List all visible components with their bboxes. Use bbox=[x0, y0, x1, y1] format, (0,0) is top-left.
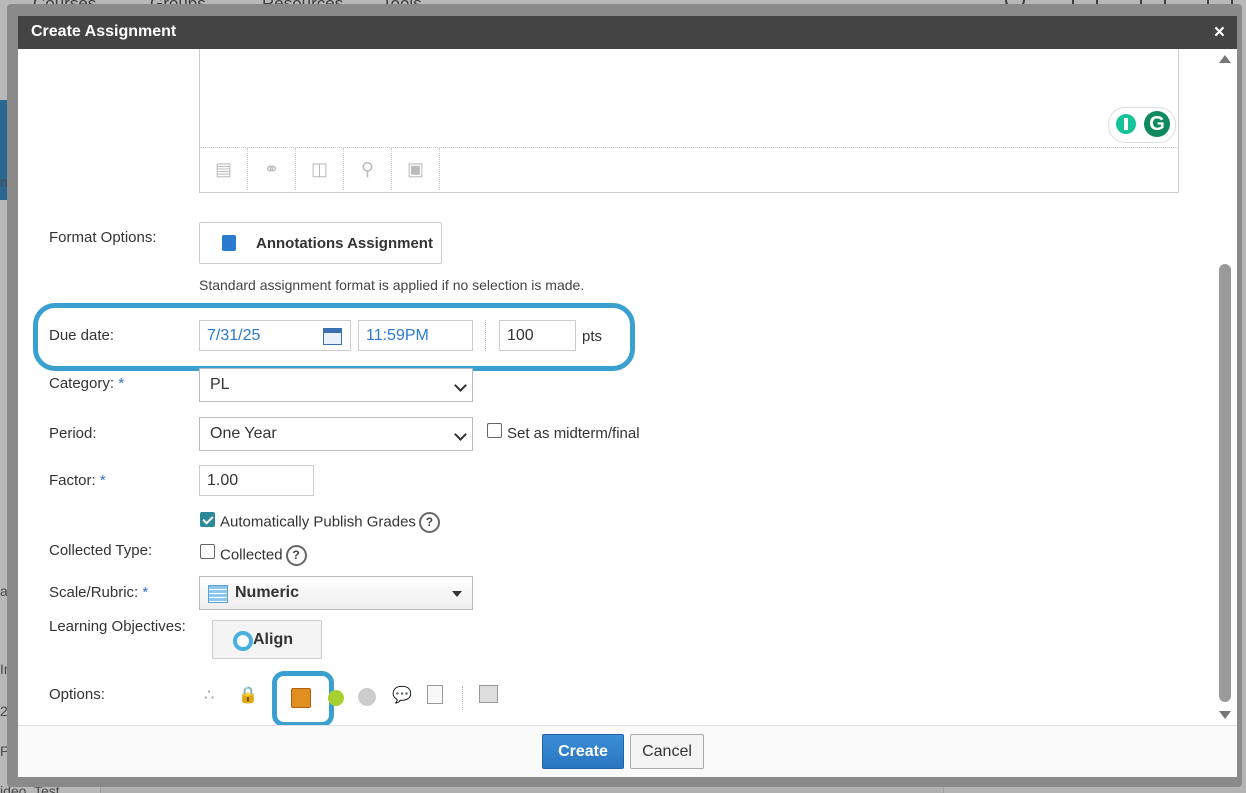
scale-rubric-label: Scale/Rubric: * bbox=[49, 584, 148, 601]
link-icon[interactable]: ⚭ bbox=[248, 148, 296, 190]
description-editor[interactable]: G ▤ ⚭ ◫ ⚲ ▣ bbox=[199, 49, 1179, 193]
align-button[interactable]: Align bbox=[212, 620, 322, 659]
midterm-label: Set as midterm/final bbox=[507, 425, 640, 442]
learning-objectives-label: Learning Objectives: bbox=[49, 618, 186, 635]
format-options-label: Format Options: bbox=[49, 229, 157, 246]
period-select[interactable]: One Year bbox=[199, 417, 473, 451]
caret-down-icon bbox=[452, 591, 462, 597]
category-select[interactable]: PL bbox=[199, 368, 473, 402]
options-label: Options: bbox=[49, 686, 105, 703]
lightbulb-icon[interactable] bbox=[1116, 114, 1136, 134]
scroll-thumb[interactable] bbox=[1219, 264, 1231, 702]
cancel-button[interactable]: Cancel bbox=[630, 734, 704, 769]
format-hint: Standard assignment format is applied if… bbox=[199, 277, 585, 293]
lock-icon[interactable]: 🔒 bbox=[238, 685, 258, 705]
period-label: Period: bbox=[49, 425, 97, 442]
points-value: 100 bbox=[507, 327, 534, 344]
collected-type-label: Collected Type: bbox=[49, 542, 153, 559]
scroll-down-icon[interactable] bbox=[1219, 711, 1231, 719]
scale-value: Numeric bbox=[235, 584, 300, 601]
category-value: PL bbox=[210, 376, 230, 393]
auto-publish-text: Automatically Publish Grades bbox=[220, 513, 416, 531]
due-date-input[interactable]: 7/31/25 bbox=[199, 320, 351, 351]
due-date-value: 7/31/25 bbox=[207, 327, 261, 344]
collected-label: Collected? bbox=[220, 545, 307, 566]
close-icon[interactable]: × bbox=[1214, 22, 1225, 44]
scale-required: * bbox=[142, 584, 149, 601]
period-value: One Year bbox=[210, 425, 277, 442]
chevron-down-icon bbox=[454, 428, 467, 441]
annotations-assignment-label: Annotations Assignment bbox=[256, 234, 433, 252]
points-unit: pts bbox=[582, 328, 603, 345]
annotations-assignment-button[interactable]: Annotations Assignment bbox=[199, 222, 442, 264]
category-required: * bbox=[118, 375, 125, 392]
help-icon[interactable]: ? bbox=[418, 512, 440, 533]
factor-label: Factor: * bbox=[49, 472, 106, 489]
auto-publish-label: Automatically Publish Grades? bbox=[220, 512, 440, 533]
auto-publish-checkbox[interactable] bbox=[200, 512, 215, 527]
category-label-text: Category: bbox=[49, 375, 115, 392]
scale-rubric-select[interactable]: Numeric bbox=[199, 576, 473, 610]
collected-checkbox[interactable] bbox=[200, 544, 215, 559]
calendar-icon[interactable] bbox=[323, 328, 342, 345]
media-icon[interactable]: ▣ bbox=[392, 148, 440, 190]
due-time-input[interactable]: 11:59PM bbox=[358, 320, 473, 351]
groups-icon[interactable]: ∴ bbox=[204, 685, 224, 705]
options-divider bbox=[462, 686, 463, 710]
status-dot-icon[interactable] bbox=[328, 690, 344, 706]
dialog-content: G ▤ ⚭ ◫ ⚲ ▣ Format Options: Annotations … bbox=[18, 49, 1213, 725]
scale-label-text: Scale/Rubric: bbox=[49, 584, 139, 601]
chevron-down-icon bbox=[454, 379, 467, 392]
scroll-up-icon[interactable] bbox=[1219, 55, 1231, 63]
create-assignment-dialog: Create Assignment × G ▤ ⚭ ◫ ⚲ ▣ Format O… bbox=[7, 4, 1242, 787]
dialog-body: Create Assignment × G ▤ ⚭ ◫ ⚲ ▣ Format O… bbox=[18, 16, 1237, 777]
dialog-scrollbar[interactable] bbox=[1213, 49, 1237, 725]
dialog-titlebar: Create Assignment × bbox=[18, 16, 1237, 49]
target-icon bbox=[233, 631, 253, 651]
factor-input[interactable]: 1.00 bbox=[199, 465, 314, 496]
create-button[interactable]: Create bbox=[542, 734, 624, 769]
comment-icon[interactable]: 💬 bbox=[392, 685, 412, 705]
editor-toolbar: ▤ ⚭ ◫ ⚲ ▣ bbox=[200, 147, 1178, 190]
collected-text: Collected bbox=[220, 546, 283, 564]
due-time-value: 11:59PM bbox=[366, 327, 429, 344]
copy-icon[interactable] bbox=[479, 685, 498, 703]
insert-content-icon[interactable]: ▤ bbox=[200, 148, 248, 190]
category-label: Category: * bbox=[49, 375, 124, 392]
factor-value: 1.00 bbox=[207, 472, 239, 489]
dropbox-icon[interactable] bbox=[291, 688, 311, 708]
checklist-icon[interactable] bbox=[427, 685, 443, 704]
pie-chart-icon[interactable] bbox=[358, 688, 376, 706]
dialog-footer: Create Cancel bbox=[18, 725, 1237, 777]
help-icon[interactable]: ? bbox=[285, 545, 307, 566]
due-divider bbox=[485, 320, 486, 351]
table-icon bbox=[208, 585, 228, 603]
file-icon[interactable]: ◫ bbox=[296, 148, 344, 190]
grammarly-widget[interactable]: G bbox=[1108, 107, 1176, 143]
grammarly-icon[interactable]: G bbox=[1144, 111, 1170, 137]
dialog-title: Create Assignment bbox=[31, 23, 177, 40]
record-icon[interactable]: ⚲ bbox=[344, 148, 392, 190]
factor-required: * bbox=[99, 472, 106, 489]
annotation-icon bbox=[222, 235, 236, 251]
align-label: Align bbox=[253, 630, 293, 648]
midterm-checkbox[interactable] bbox=[487, 423, 502, 438]
due-date-label: Due date: bbox=[49, 327, 115, 344]
points-input[interactable]: 100 bbox=[499, 320, 576, 351]
factor-label-text: Factor: bbox=[49, 472, 96, 489]
